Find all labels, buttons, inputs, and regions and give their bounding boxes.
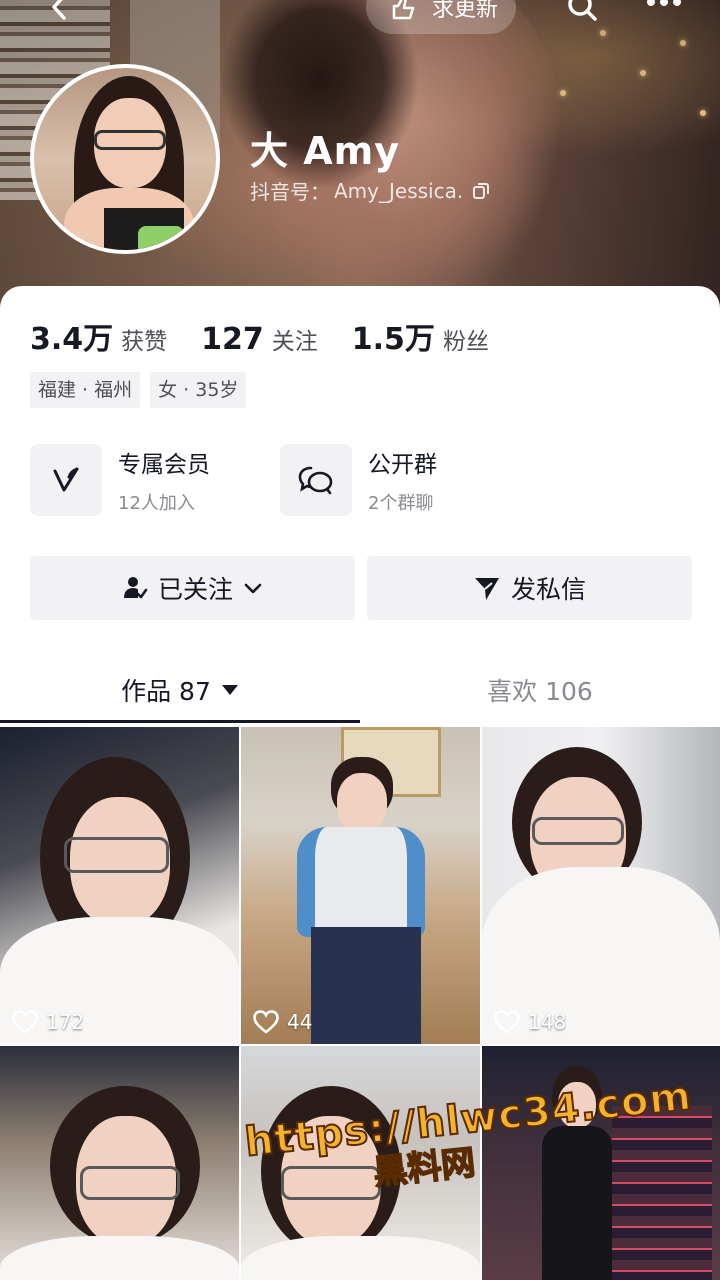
thumb-pants xyxy=(311,927,421,1044)
thumb-coat xyxy=(0,1236,239,1280)
thumb-glasses xyxy=(281,1166,381,1200)
membership-sub: 12人加入 xyxy=(118,493,195,514)
following-button[interactable]: 已关注 xyxy=(30,556,355,620)
thumb-glasses xyxy=(80,1166,180,1200)
message-button[interactable]: 发私信 xyxy=(367,556,692,620)
content-tabs: 作品 87 喜欢 106 xyxy=(0,660,720,724)
video-thumbnail[interactable] xyxy=(482,1046,720,1280)
tab-likes[interactable]: 喜欢 106 xyxy=(360,660,720,720)
stat-value: 1.5万 xyxy=(351,322,435,357)
avatar-glasses xyxy=(94,130,166,150)
request-update-button[interactable]: 求更新 xyxy=(366,0,516,34)
stat-followers[interactable]: 1.5万 粉丝 xyxy=(352,314,489,358)
like-count-value: 44 xyxy=(287,1010,313,1034)
send-icon xyxy=(474,578,499,600)
tab-works[interactable]: 作品 87 xyxy=(0,660,360,720)
thumb-face xyxy=(558,1082,596,1128)
copy-icon[interactable] xyxy=(471,181,491,201)
display-name: 大 Amy xyxy=(250,129,401,173)
douyin-id-row: 抖音号： Amy_Jessica. xyxy=(250,176,491,205)
avatar[interactable] xyxy=(30,64,220,254)
stat-label: 获赞 xyxy=(121,329,168,355)
stat-label: 关注 xyxy=(271,329,318,355)
public-group-entry[interactable]: 公开群 2个群聊 xyxy=(280,444,437,516)
video-thumbnail[interactable]: 148 xyxy=(482,727,720,1044)
public-group-sub: 2个群聊 xyxy=(368,493,434,514)
thumb-face xyxy=(337,773,387,833)
thumb-glasses xyxy=(64,837,169,873)
stat-following[interactable]: 127 关注 xyxy=(201,322,318,357)
stat-label: 粉丝 xyxy=(442,329,489,355)
video-grid: 172 44 148 xyxy=(0,727,720,1280)
thumb-jacket xyxy=(297,827,425,937)
stat-value: 3.4万 xyxy=(30,322,114,357)
video-thumbnail[interactable]: 44 xyxy=(241,727,480,1044)
thumb-dress xyxy=(542,1126,612,1280)
public-group-title: 公开群 xyxy=(368,452,437,478)
stats-row: 3.4万 获赞 127 关注 1.5万 粉丝 xyxy=(30,314,523,358)
douyin-id: Amy_Jessica. xyxy=(334,178,464,203)
message-label: 发私信 xyxy=(510,575,586,604)
tab-active-indicator xyxy=(0,720,360,723)
like-count: 148 xyxy=(494,1010,566,1034)
thumb-glasses xyxy=(532,817,624,845)
search-icon[interactable] xyxy=(566,0,598,22)
following-label: 已关注 xyxy=(157,575,233,604)
stat-likes[interactable]: 3.4万 获赞 xyxy=(30,314,167,358)
membership-entry[interactable]: 专属会员 12人加入 xyxy=(30,444,210,516)
back-arrow-icon[interactable] xyxy=(44,0,74,22)
hand-icon xyxy=(392,0,415,20)
group-chat-icon xyxy=(280,444,352,516)
heart-icon xyxy=(253,1010,279,1034)
request-update-label: 求更新 xyxy=(432,0,499,22)
video-thumbnail[interactable]: 172 xyxy=(0,727,239,1044)
profile-tags: 福建 · 福州 女 · 35岁 xyxy=(30,372,247,408)
features-row: 专属会员 12人加入 公开群 2个群聊 xyxy=(30,444,690,520)
more-icon[interactable] xyxy=(646,0,682,12)
heart-icon xyxy=(12,1010,38,1034)
like-count-value: 148 xyxy=(528,1010,567,1034)
douyin-id-label: 抖音号： xyxy=(250,180,330,204)
video-thumbnail[interactable] xyxy=(0,1046,239,1280)
thumb-cityscape xyxy=(612,1106,712,1280)
membership-title: 专属会员 xyxy=(118,452,210,478)
top-bar: 求更新 xyxy=(0,0,720,34)
caret-down-icon xyxy=(221,685,238,695)
v-logo-icon xyxy=(30,444,102,516)
video-thumbnail[interactable] xyxy=(241,1046,480,1280)
action-buttons: 已关注 发私信 xyxy=(30,556,692,620)
gender-age-tag: 女 · 35岁 xyxy=(150,372,247,408)
like-count-value: 172 xyxy=(46,1010,85,1034)
tab-likes-label: 喜欢 106 xyxy=(487,677,593,706)
location-tag: 福建 · 福州 xyxy=(30,372,141,408)
thumb-coat xyxy=(241,1236,480,1280)
like-count: 172 xyxy=(12,1010,84,1034)
avatar-drink xyxy=(138,226,184,250)
tab-works-label: 作品 87 xyxy=(121,677,211,706)
stat-value: 127 xyxy=(201,322,264,357)
heart-icon xyxy=(494,1010,520,1034)
like-count: 44 xyxy=(253,1010,312,1034)
person-check-icon xyxy=(123,577,148,599)
chevron-down-icon xyxy=(244,583,262,594)
